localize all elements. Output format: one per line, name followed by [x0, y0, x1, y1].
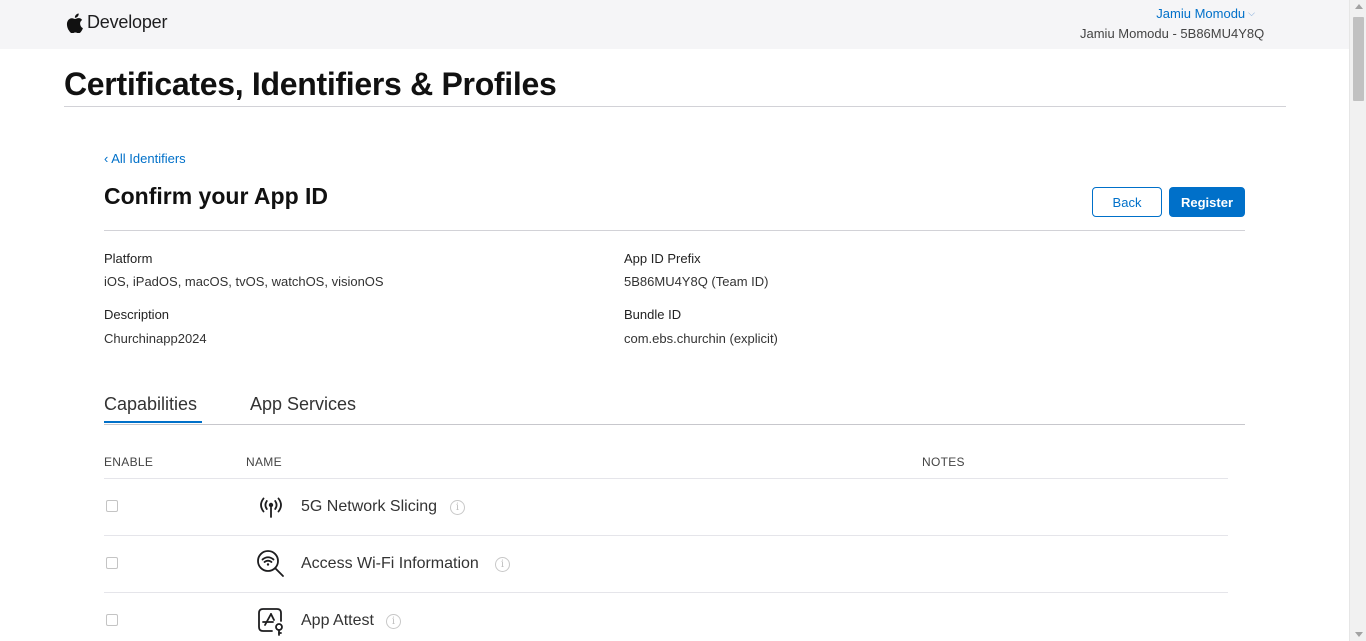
capability-name: App Attest — [301, 612, 374, 629]
page-scrollbar[interactable] — [1349, 0, 1366, 641]
wifi-search-icon — [257, 550, 284, 577]
info-icon[interactable]: i — [386, 614, 401, 629]
column-header-enable: ENABLE — [104, 455, 154, 469]
app-attest-icon — [258, 608, 283, 636]
section-divider — [104, 230, 1245, 231]
enable-checkbox[interactable] — [106, 500, 118, 512]
antenna-icon — [260, 497, 282, 518]
scroll-up-arrow-icon[interactable] — [1355, 4, 1363, 9]
platform-value: iOS, iPadOS, macOS, tvOS, watchOS, visio… — [104, 274, 384, 289]
column-header-notes: NOTES — [922, 455, 965, 469]
tab-app-services[interactable]: App Services — [250, 394, 356, 415]
description-label: Description — [104, 307, 170, 322]
back-button[interactable]: Back — [1092, 187, 1162, 217]
column-header-name: NAME — [246, 455, 282, 469]
info-icon[interactable]: i — [495, 557, 510, 572]
info-icon[interactable]: i — [450, 500, 465, 515]
enable-checkbox[interactable] — [106, 557, 118, 569]
table-row: 5G Network Slicing i — [104, 479, 1228, 536]
scrollbar-thumb[interactable] — [1353, 17, 1364, 101]
tab-capabilities[interactable]: Capabilities — [104, 394, 197, 415]
description-value: Churchinapp2024 — [104, 331, 207, 346]
bundle-id-value: com.ebs.churchin (explicit) — [624, 331, 778, 346]
tabs-divider — [104, 424, 1245, 425]
account-name: Jamiu Momodu — [1156, 6, 1246, 21]
enable-checkbox[interactable] — [106, 614, 118, 626]
bundle-id-label: Bundle ID — [624, 307, 682, 322]
capability-name: Access Wi-Fi Information — [301, 555, 479, 572]
logo-text: Developer — [87, 12, 168, 32]
page-title: Certificates, Identifiers & Profiles — [64, 66, 557, 102]
app-id-prefix-label: App ID Prefix — [624, 251, 701, 266]
app-id-prefix-value: 5B86MU4Y8Q (Team ID) — [624, 274, 769, 289]
account-menu[interactable]: Jamiu Momodu ⌵ — [1156, 6, 1255, 21]
register-button[interactable]: Register — [1169, 187, 1245, 217]
table-row: App Attest i — [104, 593, 1228, 641]
developer-logo[interactable]: Developer — [66, 12, 167, 33]
apple-logo-icon — [66, 13, 83, 33]
all-identifiers-link[interactable]: ‹ All Identifiers — [104, 151, 186, 166]
title-divider — [64, 106, 1286, 107]
chevron-down-icon: ⌵ — [1248, 8, 1255, 18]
team-info: Jamiu Momodu - 5B86MU4Y8Q — [1080, 26, 1265, 41]
active-tab-indicator — [104, 421, 202, 423]
capability-name: 5G Network Slicing — [301, 498, 438, 515]
section-title: Confirm your App ID — [104, 183, 329, 209]
scroll-down-arrow-icon[interactable] — [1355, 632, 1363, 637]
top-nav-bar: Developer Jamiu Momodu ⌵ Jamiu Momodu - … — [0, 0, 1349, 49]
table-row: Access Wi-Fi Information i — [104, 536, 1228, 593]
platform-label: Platform — [104, 251, 153, 266]
